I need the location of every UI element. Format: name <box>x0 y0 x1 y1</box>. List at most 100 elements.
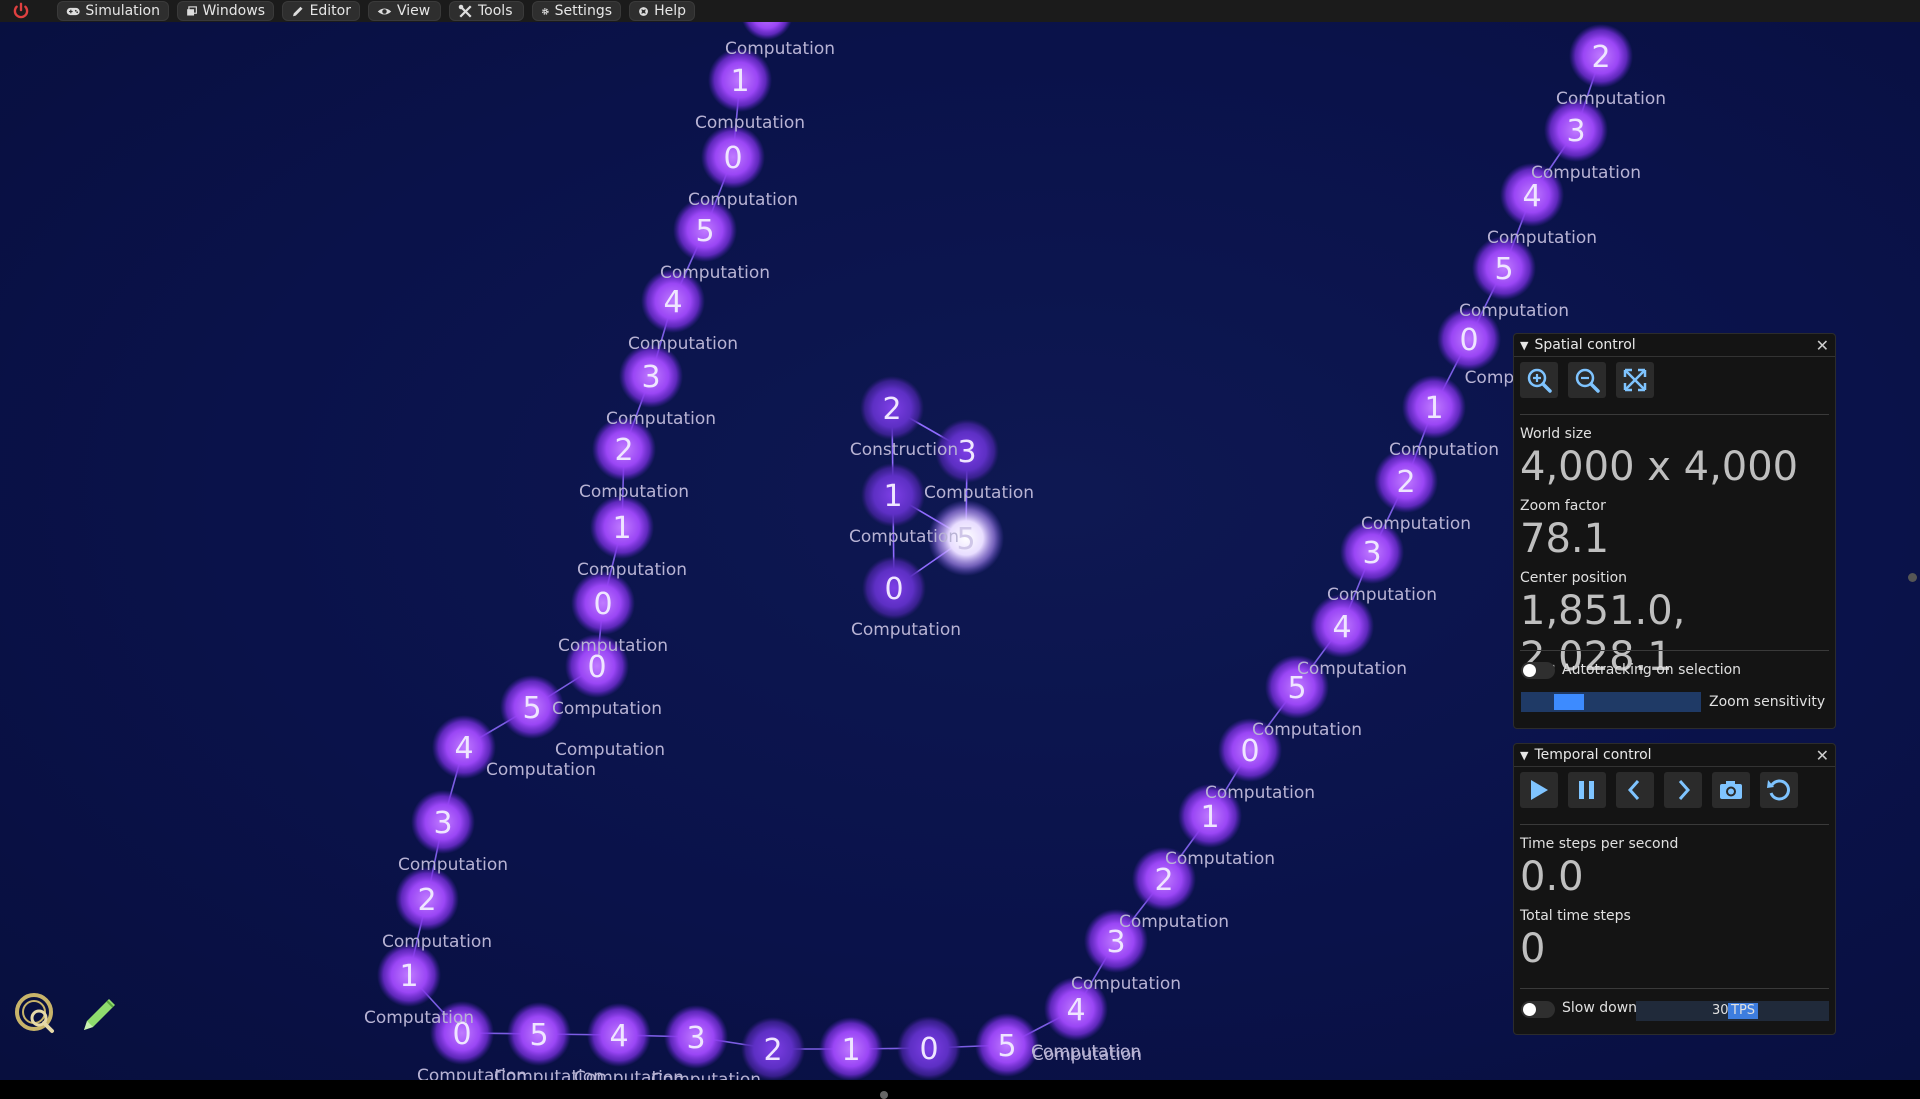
cell-node-number: 2 <box>1396 465 1415 500</box>
menu-tools[interactable]: Tools <box>449 1 524 21</box>
cell-function-label: Computation <box>1297 659 1407 679</box>
play-icon <box>1531 780 1548 800</box>
fit-screen-button[interactable] <box>1616 362 1654 398</box>
menu-editor[interactable]: Editor <box>282 1 360 21</box>
spatial-control-title: Spatial control <box>1534 337 1636 353</box>
cell-node-number: 4 <box>663 285 682 320</box>
cell-function-label: Computation <box>1389 440 1499 460</box>
cell-function-label: Computation <box>552 699 662 719</box>
cell-node-number: 4 <box>609 1019 628 1054</box>
separator <box>1520 650 1829 651</box>
menu-settings-label: Settings <box>554 3 612 19</box>
step-back-button[interactable] <box>1616 772 1654 808</box>
separator <box>1520 824 1829 825</box>
scrollbar-handle-bottom[interactable] <box>880 1091 888 1099</box>
power-button[interactable] <box>6 0 36 21</box>
cell-node-number: 5 <box>695 214 714 249</box>
cell-node-number: 2 <box>763 1033 782 1068</box>
cell-function-label: Computation <box>1071 974 1181 994</box>
cell-function-label: Computation <box>555 740 665 760</box>
spatial-control-header[interactable]: ▼ Spatial control ✕ <box>1514 334 1835 357</box>
gear-icon <box>541 7 549 15</box>
zoom-sensitivity-label: Zoom sensitivity <box>1709 694 1826 710</box>
temporal-control-title: Temporal control <box>1534 747 1652 763</box>
cell-function-label: Computation <box>1487 228 1597 248</box>
slow-down-toggle[interactable] <box>1521 1001 1555 1018</box>
collapse-triangle-icon[interactable]: ▼ <box>1520 749 1528 762</box>
pause-icon <box>1579 781 1594 799</box>
reset-button[interactable] <box>1760 772 1798 808</box>
step-forward-button[interactable] <box>1664 772 1702 808</box>
windows-icon <box>187 5 197 16</box>
gamepad-icon <box>66 7 80 15</box>
slow-down-tps-slider[interactable]: 30 TPS <box>1636 1001 1829 1021</box>
temporal-control-header[interactable]: ▼ Temporal control ✕ <box>1514 744 1835 767</box>
total-steps-label: Total time steps <box>1520 908 1631 924</box>
close-icon[interactable]: ✕ <box>1816 336 1829 355</box>
play-button[interactable] <box>1520 772 1558 808</box>
total-steps-value: 0 <box>1520 926 1546 972</box>
menu-view[interactable]: View <box>368 1 441 21</box>
slow-down-label: Slow down <box>1562 1000 1638 1016</box>
menu-windows-label: Windows <box>202 3 266 19</box>
cell-function-label: Computation <box>849 527 959 547</box>
cell-node[interactable] <box>741 22 793 40</box>
spatial-control-panel: ▼ Spatial control ✕ World size 4,000 x 4… <box>1513 333 1836 729</box>
scrollbar-handle[interactable] <box>1908 573 1917 582</box>
zoom-factor-value: 78.1 <box>1520 516 1610 562</box>
zoom-in-icon <box>1527 368 1552 393</box>
zoom-out-button[interactable] <box>1568 362 1606 398</box>
menu-help[interactable]: Help <box>629 1 695 21</box>
cell-node-number: 0 <box>884 572 903 607</box>
menu-windows[interactable]: Windows <box>177 1 274 21</box>
cell-node-number: 0 <box>593 587 612 622</box>
tools-icon <box>458 4 472 18</box>
cell-node-number: 2 <box>1591 40 1610 75</box>
cell-node-number: 1 <box>399 959 418 994</box>
camera-icon <box>1720 781 1742 799</box>
zoom-sensitivity-handle[interactable] <box>1554 694 1584 710</box>
cell-function-label: Computation <box>1165 849 1275 869</box>
cell-function-label: Computation <box>1205 783 1315 803</box>
help-icon <box>639 6 648 16</box>
menu-simulation[interactable]: Simulation <box>57 1 169 21</box>
cell-function-label: Computation <box>1361 514 1471 534</box>
autotracking-toggle[interactable] <box>1521 662 1555 679</box>
menu-settings[interactable]: Settings <box>532 1 621 21</box>
cell-function-label: Computation <box>1252 720 1362 740</box>
cell-node-number: 1 <box>883 479 902 514</box>
cell-node-number: 3 <box>1566 114 1585 149</box>
cell-node-number: 1 <box>841 1033 860 1068</box>
collapse-triangle-icon[interactable]: ▼ <box>1520 339 1528 352</box>
cell-function-label: Computation <box>1531 163 1641 183</box>
menu-bar: Simulation Windows Editor View Tools Set… <box>0 0 1920 23</box>
temporal-control-panel: ▼ Temporal control ✕ Time steps per seco… <box>1513 743 1836 1035</box>
eye-icon <box>377 8 392 14</box>
cell-function-label: Computation <box>851 620 961 640</box>
menu-editor-label: Editor <box>309 3 351 19</box>
cell-node-number: 0 <box>723 141 742 176</box>
step-forward-icon <box>1678 780 1691 800</box>
zoom-in-button[interactable] <box>1520 362 1558 398</box>
cell-node-number: 3 <box>1362 536 1381 571</box>
pause-button[interactable] <box>1568 772 1606 808</box>
zoom-sensitivity-slider[interactable] <box>1521 692 1701 712</box>
cell-node-number: 5 <box>1494 252 1513 287</box>
inspect-tool-button[interactable] <box>12 990 60 1038</box>
cell-function-label: Computation <box>577 560 687 580</box>
cell-function-label: Computation <box>579 482 689 502</box>
snapshot-button[interactable] <box>1712 772 1750 808</box>
cell-function-label: Computation <box>364 1008 474 1028</box>
cell-node-number: 2 <box>614 433 633 468</box>
cell-function-label: Computation <box>725 39 835 59</box>
cell-node-number: 4 <box>454 731 473 766</box>
edit-tool-button[interactable] <box>78 992 122 1036</box>
cell-function-label: Construction <box>850 440 958 460</box>
fit-screen-icon <box>1623 368 1647 392</box>
slow-down-tps-unit: TPS <box>1728 1003 1759 1019</box>
separator <box>1520 988 1829 989</box>
center-position-label: Center position <box>1520 570 1628 586</box>
cell-node-number: 1 <box>1200 800 1219 835</box>
world-size-value: 4,000 x 4,000 <box>1520 444 1799 490</box>
close-icon[interactable]: ✕ <box>1816 746 1829 765</box>
